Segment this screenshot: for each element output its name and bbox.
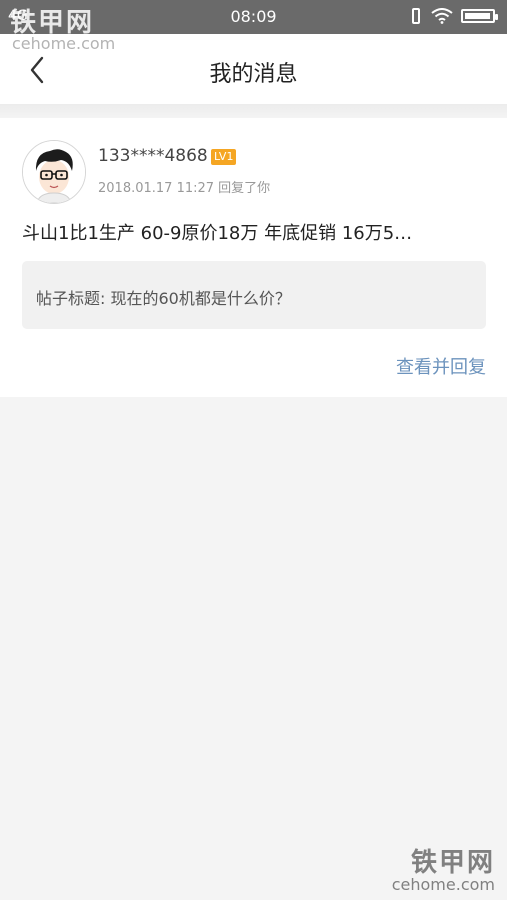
message-card: 133****4868 LV1 2018.01.17 11:27 回复了你 斗山… xyxy=(0,118,507,397)
watermark-domain: cehome.com xyxy=(12,34,116,53)
message-action: 回复了你 xyxy=(218,181,271,196)
watermark-bottom: 铁甲网 cehome.com xyxy=(392,842,495,894)
page-title: 我的消息 xyxy=(209,62,298,87)
level-badge: LV1 xyxy=(211,149,237,165)
reply-content[interactable]: 斗山1比1生产 60-9原价18万 年底促销 16万5… xyxy=(22,219,488,245)
status-icons xyxy=(409,8,498,24)
vibrate-icon xyxy=(409,8,423,24)
watermark-domain: cehome.com xyxy=(391,875,495,894)
avatar-cartoon-icon xyxy=(23,141,85,203)
watermark-logo: 铁甲网 xyxy=(410,848,495,878)
post-title: 帖子标题: 现在的60机都是什么价？ xyxy=(36,289,291,308)
battery-icon xyxy=(461,9,498,23)
battery-fill xyxy=(465,13,490,19)
message-datetime: 2018.01.17 11:27 xyxy=(98,181,215,196)
watermark-top: 铁甲网 cehome.com xyxy=(10,2,115,53)
post-reference[interactable]: 帖子标题: 现在的60机都是什么价？ xyxy=(22,261,486,329)
wifi-icon xyxy=(431,8,453,24)
avatar[interactable] xyxy=(22,140,86,204)
view-and-reply-link[interactable]: 查看并回复 xyxy=(396,353,486,379)
header-divider xyxy=(0,104,507,118)
message-meta: 2018.01.17 11:27 回复了你 xyxy=(98,177,270,196)
username[interactable]: 133****4868 xyxy=(98,146,208,166)
